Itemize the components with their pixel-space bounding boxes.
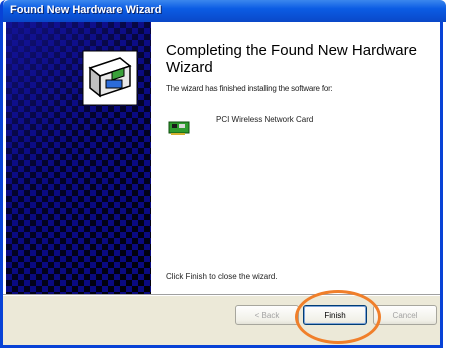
hardware-wizard-icon: [82, 50, 138, 106]
network-card-icon: [168, 121, 190, 135]
finish-hint: Click Finish to close the wizard.: [166, 272, 278, 281]
cancel-button[interactable]: Cancel: [373, 305, 437, 325]
title-bar[interactable]: Found New Hardware Wizard: [3, 0, 446, 22]
wizard-subtext: The wizard has finished installing the s…: [166, 84, 333, 93]
back-button[interactable]: < Back: [235, 305, 299, 325]
device-name: PCI Wireless Network Card: [216, 115, 314, 124]
wizard-side-banner: [6, 22, 151, 294]
wizard-heading: Completing the Found New Hardware Wizard: [166, 42, 417, 76]
window-title: Found New Hardware Wizard: [10, 4, 162, 16]
finish-button[interactable]: Finish: [303, 305, 367, 325]
